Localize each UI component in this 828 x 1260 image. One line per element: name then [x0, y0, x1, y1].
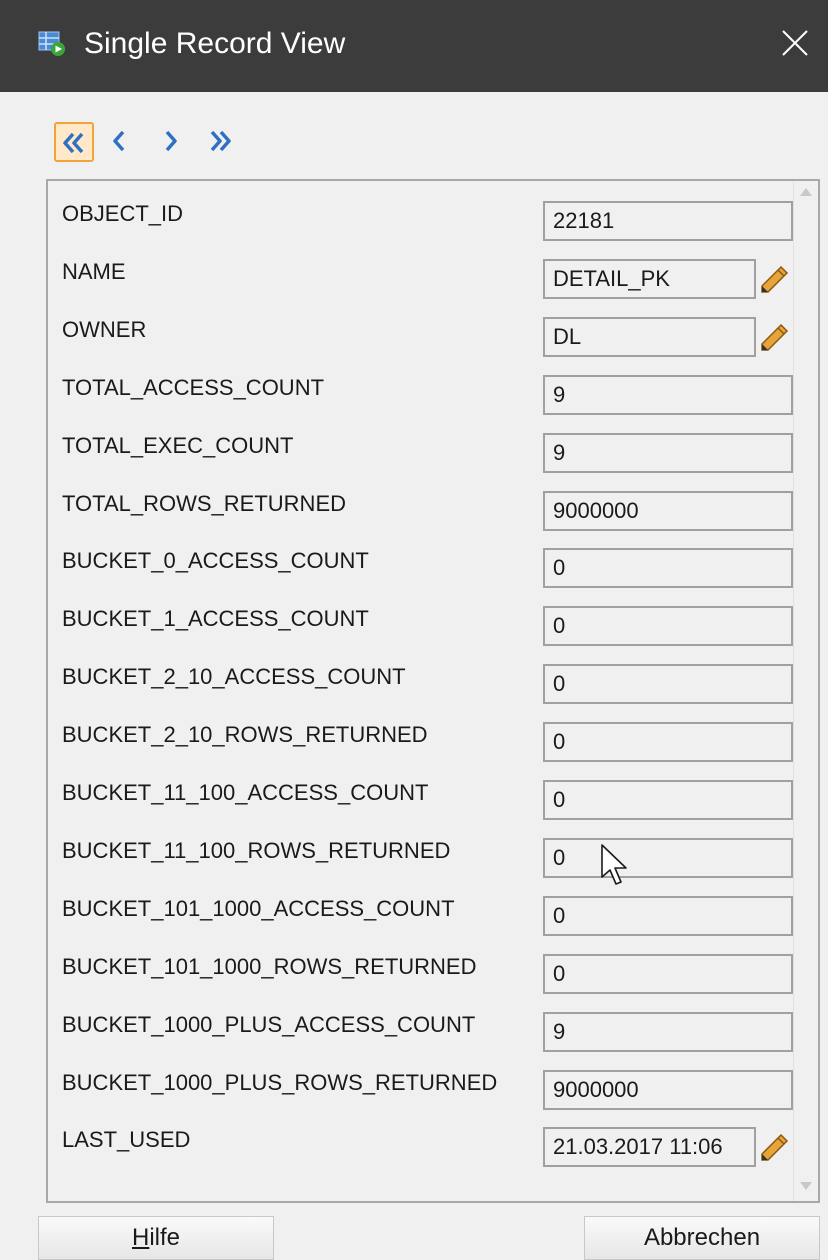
- field-value[interactable]: 9: [543, 433, 793, 473]
- record-field-row: OWNER DL: [48, 315, 791, 373]
- help-button[interactable]: Hilfe: [38, 1216, 274, 1260]
- field-value[interactable]: 0: [543, 606, 793, 646]
- field-label: BUCKET_101_1000_ACCESS_COUNT: [62, 896, 455, 921]
- scroll-up-arrow-icon[interactable]: [799, 187, 813, 197]
- first-record-button[interactable]: [54, 122, 94, 162]
- field-value[interactable]: 21.03.2017 11:06: [543, 1127, 756, 1167]
- last-record-button[interactable]: [200, 122, 240, 162]
- field-value[interactable]: DETAIL_PK: [543, 259, 756, 299]
- field-value[interactable]: 9: [543, 375, 793, 415]
- previous-record-button[interactable]: [102, 122, 142, 162]
- record-field-row: BUCKET_11_100_ROWS_RETURNED 0: [48, 836, 793, 894]
- help-mnemonic: H: [131, 1224, 150, 1251]
- close-button[interactable]: [758, 0, 828, 92]
- field-value[interactable]: 0: [543, 838, 793, 878]
- field-value[interactable]: 0: [543, 664, 793, 704]
- field-label: OWNER: [62, 317, 147, 342]
- record-field-row: OBJECT_ID 22181: [48, 199, 793, 257]
- record-field-row: TOTAL_EXEC_COUNT 9: [48, 431, 793, 489]
- field-label: BUCKET_101_1000_ROWS_RETURNED: [62, 954, 477, 979]
- table-record-icon: [38, 31, 66, 57]
- field-label: BUCKET_1_ACCESS_COUNT: [62, 606, 369, 631]
- field-label: BUCKET_11_100_ROWS_RETURNED: [62, 838, 451, 863]
- field-label: NAME: [62, 259, 126, 284]
- help-label: ilfe: [149, 1224, 181, 1251]
- field-label: BUCKET_0_ACCESS_COUNT: [62, 548, 369, 573]
- field-value[interactable]: 22181: [543, 201, 793, 241]
- field-value[interactable]: 0: [543, 954, 793, 994]
- record-navigation: [54, 122, 274, 162]
- field-label: LAST_USED: [62, 1127, 191, 1152]
- scroll-down-arrow-icon[interactable]: [799, 1181, 813, 1191]
- field-value[interactable]: 0: [543, 722, 793, 762]
- record-field-row: BUCKET_1000_PLUS_ROWS_RETURNED 9000000: [48, 1068, 793, 1126]
- field-label: BUCKET_2_10_ROWS_RETURNED: [62, 722, 428, 747]
- field-label: BUCKET_2_10_ACCESS_COUNT: [62, 664, 406, 689]
- field-label: TOTAL_ACCESS_COUNT: [62, 375, 325, 400]
- record-panel: OBJECT_ID 22181 NAME DETAIL_PK OWNER DL TOTAL_…: [46, 179, 820, 1203]
- field-value[interactable]: 9000000: [543, 491, 793, 531]
- field-value[interactable]: 0: [543, 548, 793, 588]
- field-label: TOTAL_ROWS_RETURNED: [62, 491, 347, 516]
- double-chevron-left-icon: [63, 132, 84, 154]
- record-field-row: LAST_USED 21.03.2017 11:06: [48, 1125, 791, 1183]
- field-label: BUCKET_1000_PLUS_ROWS_RETURNED: [62, 1070, 498, 1095]
- field-label: BUCKET_1000_PLUS_ACCESS_COUNT: [62, 1012, 476, 1037]
- edit-pencil-icon[interactable]: [757, 1131, 791, 1165]
- record-field-row: BUCKET_2_10_ACCESS_COUNT 0: [48, 662, 793, 720]
- window-title: Single Record View: [84, 27, 346, 60]
- field-value[interactable]: 0: [543, 780, 793, 820]
- field-label: TOTAL_EXEC_COUNT: [62, 433, 294, 458]
- field-value[interactable]: 9000000: [543, 1070, 793, 1110]
- record-field-row: BUCKET_1_ACCESS_COUNT 0: [48, 604, 793, 662]
- record-field-row: BUCKET_1000_PLUS_ACCESS_COUNT 9: [48, 1010, 793, 1068]
- title-bar: Single Record View: [0, 0, 828, 92]
- chevron-right-icon: [165, 130, 177, 152]
- edit-pencil-icon[interactable]: [757, 263, 791, 297]
- field-label: BUCKET_11_100_ACCESS_COUNT: [62, 780, 429, 805]
- close-icon: [782, 30, 808, 56]
- record-field-row: BUCKET_0_ACCESS_COUNT 0: [48, 546, 793, 604]
- record-field-row: TOTAL_ROWS_RETURNED 9000000: [48, 489, 793, 547]
- edit-pencil-icon[interactable]: [757, 321, 791, 355]
- record-field-row: BUCKET_2_10_ROWS_RETURNED 0: [48, 720, 793, 778]
- field-value[interactable]: DL: [543, 317, 756, 357]
- record-field-row: BUCKET_101_1000_ACCESS_COUNT 0: [48, 894, 793, 952]
- field-label: OBJECT_ID: [62, 201, 184, 226]
- next-record-button[interactable]: [152, 122, 192, 162]
- chevron-left-icon: [113, 130, 125, 152]
- field-value[interactable]: 0: [543, 896, 793, 936]
- record-field-row: BUCKET_101_1000_ROWS_RETURNED 0: [48, 952, 793, 1010]
- cancel-button[interactable]: Abbrechen: [584, 1216, 820, 1260]
- double-chevron-right-icon: [210, 130, 231, 152]
- vertical-scrollbar[interactable]: [793, 181, 818, 1201]
- field-value[interactable]: 9: [543, 1012, 793, 1052]
- record-field-row: BUCKET_11_100_ACCESS_COUNT 0: [48, 778, 793, 836]
- record-field-row: TOTAL_ACCESS_COUNT 9: [48, 373, 793, 431]
- record-field-row: NAME DETAIL_PK: [48, 257, 791, 315]
